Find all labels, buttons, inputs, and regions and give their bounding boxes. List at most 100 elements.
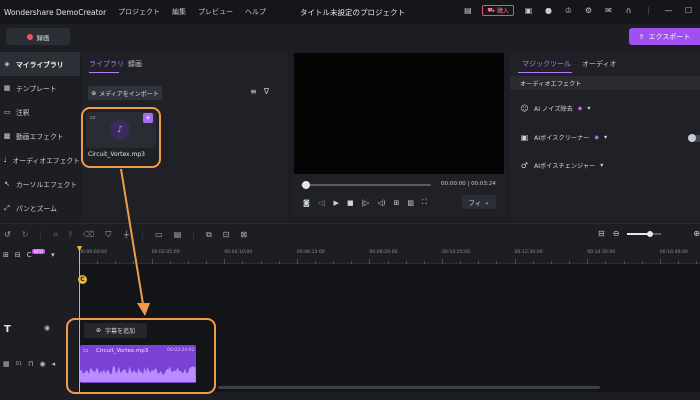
sidebar-item-label: 動画エフェクト bbox=[16, 133, 64, 141]
preview-canvas[interactable] bbox=[294, 53, 504, 174]
timeline-tools: ↺ ↻ | ⌗ ⫯ ⌫ ⛉ ⏚ | ▭ ▤ | ⧉ ⊡ ⊠ bbox=[4, 229, 247, 240]
caption-ai-icon[interactable]: C NEW bbox=[27, 249, 46, 259]
crop-tool-icon[interactable]: ⌗ bbox=[53, 230, 58, 240]
zoom-out-icon[interactable]: ⊖ bbox=[613, 229, 620, 238]
text-box-icon[interactable]: ▤ bbox=[174, 230, 182, 239]
playback-buttons: ◙ ◁| ▶ ■ |▷ ◁) ⊞ ▨ ⛶ bbox=[303, 198, 427, 207]
step-forward-icon[interactable]: |▷ bbox=[362, 199, 370, 207]
menu-edit[interactable]: 編集 bbox=[172, 7, 186, 17]
redo-icon[interactable]: ↻ bbox=[22, 230, 29, 239]
split-icon[interactable]: ⫯ bbox=[69, 230, 72, 240]
sidebar-item-cursor-effect[interactable]: ↖ カーソルエフェクト bbox=[0, 172, 80, 196]
zoom-slider-knob[interactable] bbox=[647, 230, 654, 237]
sidebar-item-label: オーディオエフェクト bbox=[12, 157, 81, 165]
account-icon[interactable]: ● bbox=[543, 5, 554, 16]
maximize-icon[interactable]: ☐ bbox=[683, 5, 694, 16]
face-icon[interactable]: ⊠ bbox=[240, 230, 247, 239]
menu-bar: プロジェクト 編集 プレビュー ヘルプ bbox=[118, 7, 266, 17]
chevron-down-icon: ▾ bbox=[587, 105, 591, 112]
snapshot-icon[interactable]: ◙ bbox=[303, 199, 310, 207]
headset-icon[interactable]: ∩ bbox=[623, 5, 634, 16]
text-track-icon: T bbox=[4, 324, 11, 335]
filter-icon[interactable]: ∇ bbox=[264, 87, 269, 96]
divider-icon: | bbox=[141, 230, 145, 239]
shield-icon[interactable]: ⛉ bbox=[105, 230, 111, 240]
zoom-slider-fill bbox=[627, 232, 650, 235]
playhead-marker[interactable]: C bbox=[78, 275, 87, 284]
cursor-icon: ↖ bbox=[4, 180, 10, 188]
preview-scrubber[interactable] bbox=[301, 184, 431, 186]
volume-icon[interactable]: ◁) bbox=[377, 199, 385, 207]
tab-audio[interactable]: オーディオ bbox=[582, 59, 617, 69]
notes-icon[interactable]: ▤ bbox=[462, 5, 473, 16]
scrubber-knob[interactable] bbox=[302, 181, 310, 189]
sidebar: ◈ マイライブラリ ▦ テンプレート ▭ 注釈 ▩ 動画エフェクト ♩ オーディ… bbox=[0, 52, 80, 220]
buy-button[interactable]: ⛟ 購入 bbox=[482, 5, 514, 16]
sidebar-item-video-effect[interactable]: ▩ 動画エフェクト bbox=[0, 124, 80, 148]
group-icon[interactable]: ⧉ bbox=[206, 230, 212, 240]
step-back-icon[interactable]: ◁| bbox=[318, 199, 326, 207]
tab-library[interactable]: ライブラリ bbox=[89, 59, 124, 69]
crop-icon[interactable]: ⊞ bbox=[393, 199, 399, 207]
undo-icon[interactable]: ↺ bbox=[4, 230, 11, 239]
lock-icon[interactable]: ⊓ bbox=[28, 360, 33, 368]
import-media-button[interactable]: ⊕ メディアをインポート bbox=[88, 86, 162, 100]
fullscreen-icon[interactable]: ⛶ bbox=[422, 198, 427, 207]
zoom-slider[interactable] bbox=[627, 230, 662, 237]
chevron-down-icon[interactable]: ▾ bbox=[51, 251, 55, 259]
tab-magic-tools[interactable]: マジックツール bbox=[522, 59, 571, 69]
new-badge: NEW bbox=[31, 249, 46, 254]
zoom-in-icon[interactable]: ⊕ bbox=[693, 229, 700, 238]
screen-icon[interactable]: ▣ bbox=[523, 5, 534, 16]
quality-icon[interactable]: ▨ bbox=[407, 199, 414, 207]
delete-icon[interactable]: ⌫ bbox=[83, 230, 94, 239]
speaker-icon[interactable]: ◂ bbox=[52, 360, 56, 368]
sidebar-item-pan-zoom[interactable]: ⤢ パンとズーム bbox=[0, 196, 80, 220]
export-label: エクスポート bbox=[648, 32, 691, 41]
mail-icon[interactable]: ✉ bbox=[603, 5, 614, 16]
marker-icon[interactable]: ⊡ bbox=[223, 230, 230, 239]
fx-ai-voice-changer[interactable]: ♂ AIボイスチェンジャー ▾ bbox=[520, 161, 603, 170]
sidebar-item-my-library[interactable]: ◈ マイライブラリ bbox=[0, 52, 80, 76]
export-button[interactable]: ⇪ エクスポート bbox=[629, 28, 700, 45]
tab-magic-underline bbox=[518, 72, 572, 73]
track-header-buttons: ⊞ ⊟ C NEW ▾ bbox=[3, 249, 55, 259]
playhead-line[interactable] bbox=[79, 247, 80, 392]
sidebar-item-audio-effect[interactable]: ♩ オーディオエフェクト bbox=[0, 148, 80, 172]
eye-icon[interactable]: ◉ bbox=[44, 324, 50, 332]
menu-preview[interactable]: プレビュー bbox=[198, 7, 233, 17]
settings-icon[interactable]: ⚙ bbox=[583, 5, 594, 16]
film-icon: ▦ bbox=[3, 360, 10, 368]
record-label: 録画 bbox=[36, 33, 50, 42]
tab-recording[interactable]: 録画 bbox=[128, 59, 142, 69]
sidebar-item-annotation[interactable]: ▭ 注釈 bbox=[0, 100, 80, 124]
ruler-label: 00:00:00:00 bbox=[79, 250, 108, 255]
template-icon: ▦ bbox=[3, 84, 11, 92]
stop-icon[interactable]: ■ bbox=[347, 199, 354, 207]
tab-library-underline bbox=[89, 72, 119, 73]
preview-timecode: 00:00:00 | 00:03:24 bbox=[441, 181, 496, 187]
menu-project[interactable]: プロジェクト bbox=[118, 7, 160, 17]
record-button[interactable]: 録画 bbox=[6, 28, 70, 45]
mic-icon[interactable]: ⏚ bbox=[122, 229, 130, 240]
sidebar-item-template[interactable]: ▦ テンプレート bbox=[0, 76, 80, 100]
record-dot-icon bbox=[26, 33, 33, 40]
play-icon[interactable]: ▶ bbox=[334, 199, 339, 207]
sort-icon[interactable]: ≡ bbox=[250, 87, 257, 96]
fit-timeline-icon[interactable]: ⊟ bbox=[598, 229, 605, 238]
fit-dropdown[interactable]: フィ ⌄ bbox=[462, 195, 496, 209]
eye-icon[interactable]: ◉ bbox=[39, 360, 45, 368]
graduation-icon[interactable]: ♔ bbox=[563, 5, 574, 16]
caption-icon[interactable]: ▭ bbox=[155, 230, 163, 239]
buy-label: 購入 bbox=[496, 8, 509, 15]
fx-ai-voice-cleaner[interactable]: ▣ AIボイスクリーナー ◆ ▾ bbox=[520, 133, 607, 142]
menu-help[interactable]: ヘルプ bbox=[245, 7, 266, 17]
minimize-icon[interactable]: — bbox=[663, 5, 674, 16]
layers-track-icon[interactable]: ⊟ bbox=[15, 251, 21, 259]
timeline-ruler[interactable] bbox=[78, 246, 700, 264]
voice-cleaner-icon: ▣ bbox=[520, 133, 529, 142]
add-track-icon[interactable]: ⊞ bbox=[3, 251, 9, 259]
fx-ai-noise-removal[interactable]: ☺ AI ノイズ除去 ◆ ▾ bbox=[520, 104, 591, 113]
total-time: 00:03:24 bbox=[471, 181, 496, 187]
timeline-scrollbar[interactable] bbox=[218, 386, 600, 389]
